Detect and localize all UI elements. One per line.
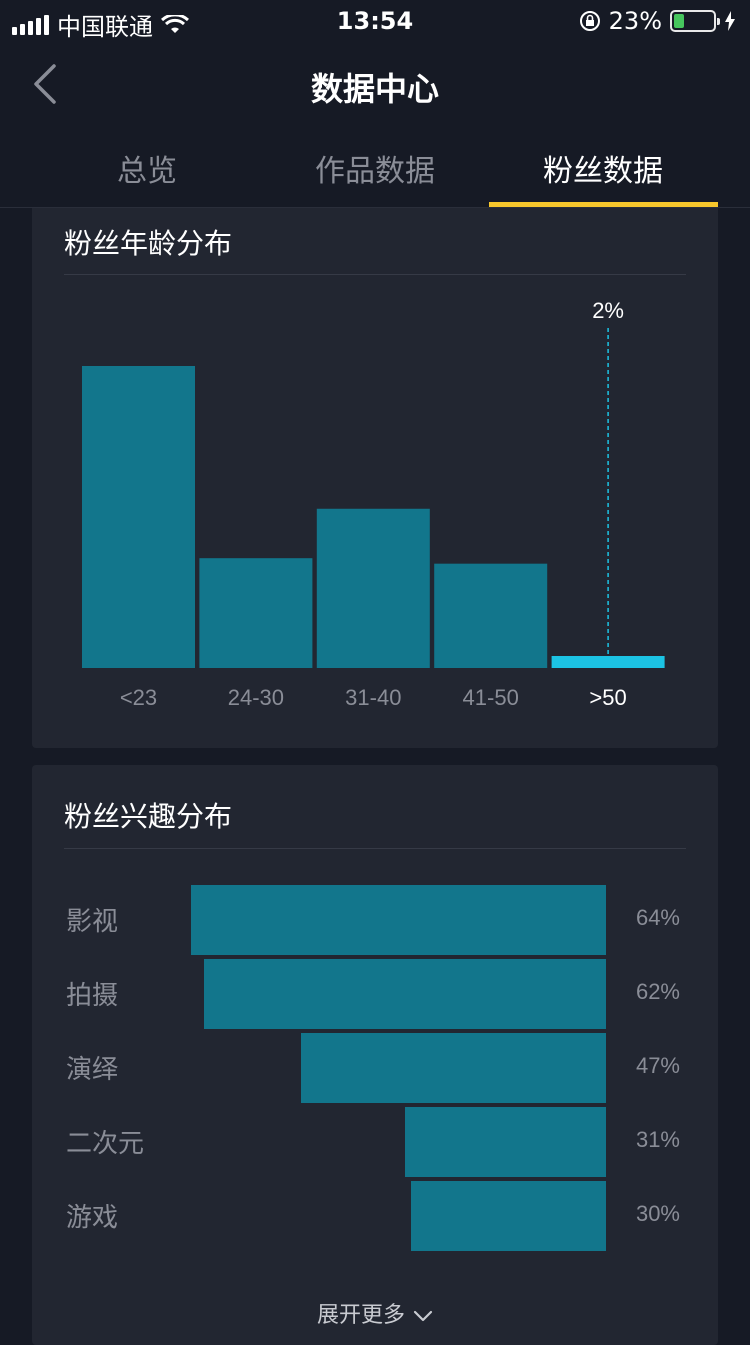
interest-label: 二次元 bbox=[66, 1129, 145, 1159]
age-distribution-card: 粉丝年龄分布 <23 24-30 31-40 41-50 >50 2% bbox=[32, 208, 718, 748]
interest-label: 演绎 bbox=[66, 1055, 119, 1085]
interest-value-label: 47% bbox=[635, 1053, 680, 1078]
interest-row: 拍摄 62% bbox=[32, 959, 718, 1029]
age-tick-label: <23 bbox=[120, 685, 157, 710]
age-tick-label: >50 bbox=[589, 685, 626, 710]
expand-more-button[interactable]: 展开更多 bbox=[32, 1297, 718, 1329]
status-bar: 中国联通 13:54 23% bbox=[0, 0, 750, 42]
expand-more-label: 展开更多 bbox=[316, 1303, 405, 1328]
age-bar-1[interactable] bbox=[199, 558, 313, 668]
battery-percent: 23% bbox=[608, 7, 662, 35]
tab-overview[interactable]: 总览 bbox=[33, 146, 261, 190]
interest-bar[interactable] bbox=[191, 885, 606, 955]
charging-icon bbox=[725, 11, 735, 31]
interest-section-title: 粉丝兴趣分布 bbox=[64, 800, 233, 833]
tab-fans-data[interactable]: 粉丝数据 bbox=[489, 146, 717, 190]
interest-bar[interactable] bbox=[404, 1107, 606, 1177]
age-bar-2[interactable] bbox=[316, 508, 430, 668]
age-bar-0[interactable] bbox=[82, 366, 195, 668]
age-tick-label: 31-40 bbox=[345, 685, 401, 710]
interest-label: 拍摄 bbox=[66, 981, 119, 1011]
active-tab-indicator bbox=[489, 202, 718, 207]
battery-fill bbox=[674, 14, 684, 28]
interest-bar[interactable] bbox=[301, 1033, 606, 1103]
interest-value-label: 31% bbox=[635, 1127, 680, 1152]
age-tick-label: 24-30 bbox=[228, 685, 284, 710]
interest-value-label: 30% bbox=[635, 1201, 680, 1226]
interest-row: 游戏 30% bbox=[32, 1181, 718, 1251]
tab-works-data[interactable]: 作品数据 bbox=[261, 146, 489, 190]
age-tick-label: 41-50 bbox=[463, 685, 519, 710]
chevron-down-icon bbox=[413, 1310, 433, 1322]
age-bar-chart: <23 24-30 31-40 41-50 >50 2% bbox=[82, 298, 665, 710]
interest-row: 演绎 47% bbox=[32, 1033, 718, 1103]
tab-bar: 总览 作品数据 粉丝数据 bbox=[0, 126, 750, 208]
page-title: 数据中心 bbox=[310, 70, 439, 108]
status-right: 23% bbox=[579, 7, 736, 35]
interest-distribution-card: 粉丝兴趣分布 影视 64% 拍摄 62% 演绎 47% 二次元 31% 游戏 30% 展开更多 bbox=[32, 765, 718, 1345]
rotation-lock-icon bbox=[579, 11, 600, 31]
age-bar-3[interactable] bbox=[434, 563, 548, 668]
interest-row: 二次元 31% bbox=[32, 1107, 718, 1177]
battery-icon bbox=[670, 10, 720, 32]
interest-value-label: 64% bbox=[635, 905, 680, 930]
interest-bar[interactable] bbox=[203, 959, 606, 1029]
interest-row: 影视 64% bbox=[32, 885, 718, 955]
interest-bar[interactable] bbox=[411, 1181, 606, 1251]
interest-label: 游戏 bbox=[66, 1203, 119, 1233]
interest-label: 影视 bbox=[66, 907, 119, 937]
interest-title-divider bbox=[64, 848, 686, 849]
interest-value-label: 62% bbox=[635, 979, 680, 1004]
highlight-value-label: 2% bbox=[592, 298, 624, 323]
age-bar-4[interactable] bbox=[551, 656, 665, 668]
nav-bar: 数据中心 bbox=[0, 42, 750, 126]
